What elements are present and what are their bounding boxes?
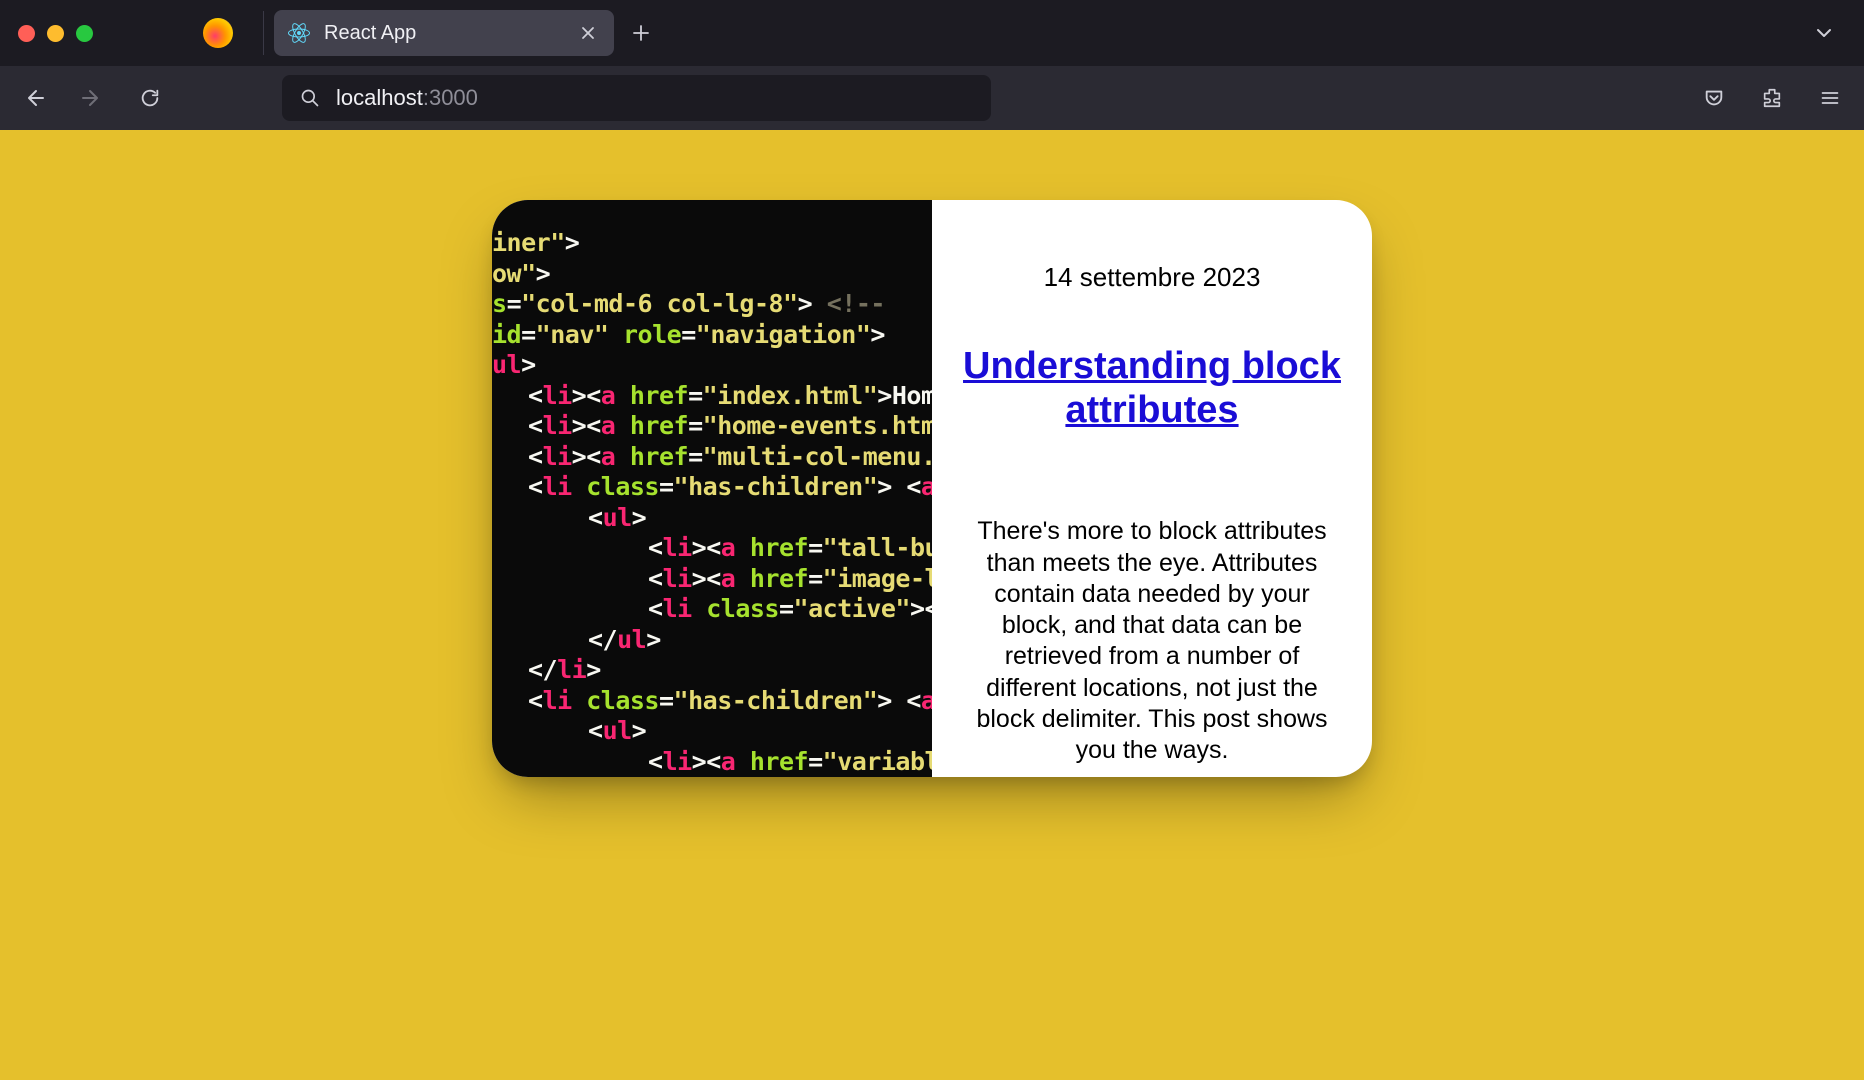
extensions-button[interactable] bbox=[1746, 76, 1798, 120]
close-tab-button[interactable] bbox=[576, 25, 600, 41]
hamburger-menu-button[interactable] bbox=[1804, 76, 1856, 120]
firefox-logo-icon bbox=[203, 18, 233, 48]
close-window-button[interactable] bbox=[18, 25, 35, 42]
tab-separator bbox=[263, 11, 264, 55]
article-description: There's more to block attributes than me… bbox=[956, 516, 1348, 766]
browser-chrome: React App localhost:3000 bbox=[0, 0, 1864, 130]
tabs-dropdown-button[interactable] bbox=[1796, 23, 1852, 43]
address-bar[interactable]: localhost:3000 bbox=[282, 75, 991, 121]
new-tab-button[interactable] bbox=[614, 24, 668, 42]
reload-button[interactable] bbox=[124, 76, 176, 120]
tab-title: React App bbox=[324, 22, 562, 45]
article-title-link[interactable]: Understanding block attributes bbox=[963, 345, 1341, 431]
maximize-window-button[interactable] bbox=[76, 25, 93, 42]
url-host: localhost bbox=[336, 85, 423, 110]
minimize-window-button[interactable] bbox=[47, 25, 64, 42]
forward-button[interactable] bbox=[66, 76, 118, 120]
window-controls bbox=[12, 25, 203, 42]
article-card: iner">ow">s="col-md-6 col-lg-8"> <!--id=… bbox=[492, 200, 1372, 777]
page-content: iner">ow">s="col-md-6 col-lg-8"> <!--id=… bbox=[0, 130, 1864, 1080]
article-date: 14 settembre 2023 bbox=[1044, 262, 1261, 293]
article-image-code: iner">ow">s="col-md-6 col-lg-8"> <!--id=… bbox=[492, 200, 932, 777]
url-text: localhost:3000 bbox=[336, 85, 478, 111]
pocket-button[interactable] bbox=[1688, 76, 1740, 120]
back-button[interactable] bbox=[8, 76, 60, 120]
search-icon bbox=[300, 88, 320, 108]
title-bar: React App bbox=[0, 0, 1864, 66]
url-port: :3000 bbox=[423, 85, 478, 110]
article-title: Understanding block attributes bbox=[956, 345, 1348, 432]
nav-toolbar: localhost:3000 bbox=[0, 66, 1864, 130]
article-body: 14 settembre 2023 Understanding block at… bbox=[932, 200, 1372, 777]
react-icon bbox=[288, 22, 310, 44]
browser-tab[interactable]: React App bbox=[274, 10, 614, 56]
